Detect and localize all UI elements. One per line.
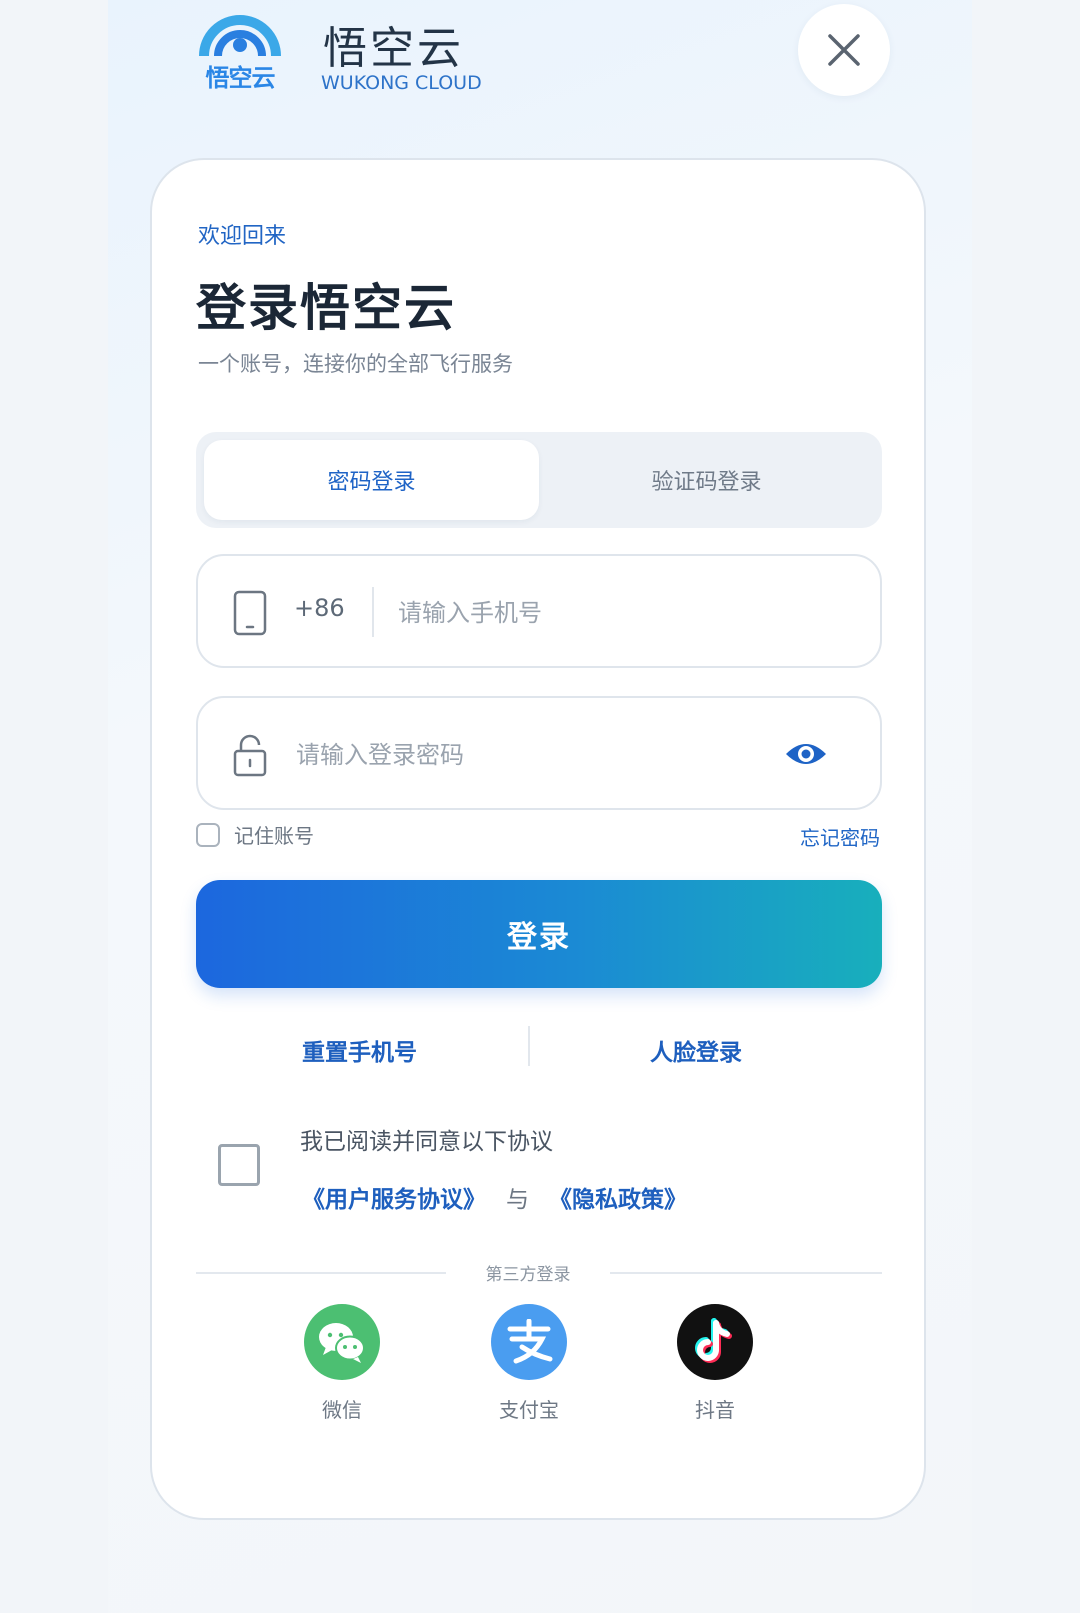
alipay-icon [491, 1304, 567, 1380]
remember-checkbox[interactable] [196, 822, 220, 847]
alipay-login-button[interactable]: 支付宝 [469, 1304, 589, 1423]
password-field [196, 696, 882, 810]
brand-name-en: WUKONG CLOUD [321, 72, 482, 94]
phone-input[interactable] [396, 590, 840, 636]
privacy-policy-link[interactable]: 《隐私政策》 [549, 1180, 687, 1214]
user-agreement-link[interactable]: 《用户服务协议》 [302, 1180, 486, 1214]
phone-field: +86 [196, 554, 882, 668]
agreement-text: 我已阅读并同意以下协议 [300, 1129, 553, 1155]
lock-icon [233, 734, 267, 777]
third-party-title: 第三方登录 [485, 1265, 571, 1285]
forgot-password-link[interactable]: 忘记密码 [800, 822, 880, 851]
page-title: 登录悟空云 [196, 279, 456, 337]
agreement-links: 《用户服务协议》 与 《隐私政策》 [302, 1180, 687, 1214]
third-party-divider-left [196, 1272, 446, 1274]
douyin-icon [677, 1304, 753, 1380]
field-divider [372, 587, 374, 637]
brand-logo-text: 悟空云 [205, 64, 276, 92]
country-code[interactable]: +86 [294, 594, 345, 622]
login-mode-tabs: 密码登录 验证码登录 [196, 432, 882, 528]
douyin-login-button[interactable]: 抖音 [655, 1304, 775, 1423]
remember-account[interactable]: 记住账号 [196, 820, 314, 849]
tab-code-login[interactable]: 验证码登录 [539, 440, 874, 520]
reset-phone-link[interactable]: 重置手机号 [302, 1033, 417, 1067]
wechat-icon [304, 1304, 380, 1380]
wechat-label: 微信 [322, 1398, 362, 1422]
login-button[interactable]: 登录 [196, 880, 882, 988]
page-subtitle: 一个账号，连接你的全部飞行服务 [198, 352, 513, 376]
douyin-label: 抖音 [695, 1398, 735, 1422]
eye-icon[interactable] [784, 736, 828, 772]
close-button[interactable] [798, 4, 890, 96]
remember-label: 记住账号 [234, 824, 314, 848]
phone-icon [233, 590, 267, 636]
welcome-text: 欢迎回来 [198, 224, 287, 249]
top-bar: 悟空云 悟空云 WUKONG CLOUD [108, 0, 972, 140]
third-party-divider-right [610, 1272, 882, 1274]
agreement-checkbox[interactable] [218, 1144, 260, 1186]
close-icon [828, 34, 860, 66]
screen: 悟空云 悟空云 WUKONG CLOUD 欢迎回来 登录悟空云 一个账号，连接你… [108, 0, 972, 1613]
brand-logo: 悟空云 [198, 12, 282, 92]
login-card: 欢迎回来 登录悟空云 一个账号，连接你的全部飞行服务 密码登录 验证码登录 +8… [150, 158, 926, 1520]
agreement-and: 与 [506, 1187, 529, 1213]
brand-name: 悟空云 [323, 23, 464, 74]
alt-links-divider [528, 1026, 530, 1066]
tab-password-login[interactable]: 密码登录 [204, 440, 539, 520]
face-login-link[interactable]: 人脸登录 [650, 1033, 742, 1067]
alipay-label: 支付宝 [499, 1398, 559, 1422]
wechat-login-button[interactable]: 微信 [282, 1304, 402, 1423]
password-input[interactable] [294, 732, 738, 778]
